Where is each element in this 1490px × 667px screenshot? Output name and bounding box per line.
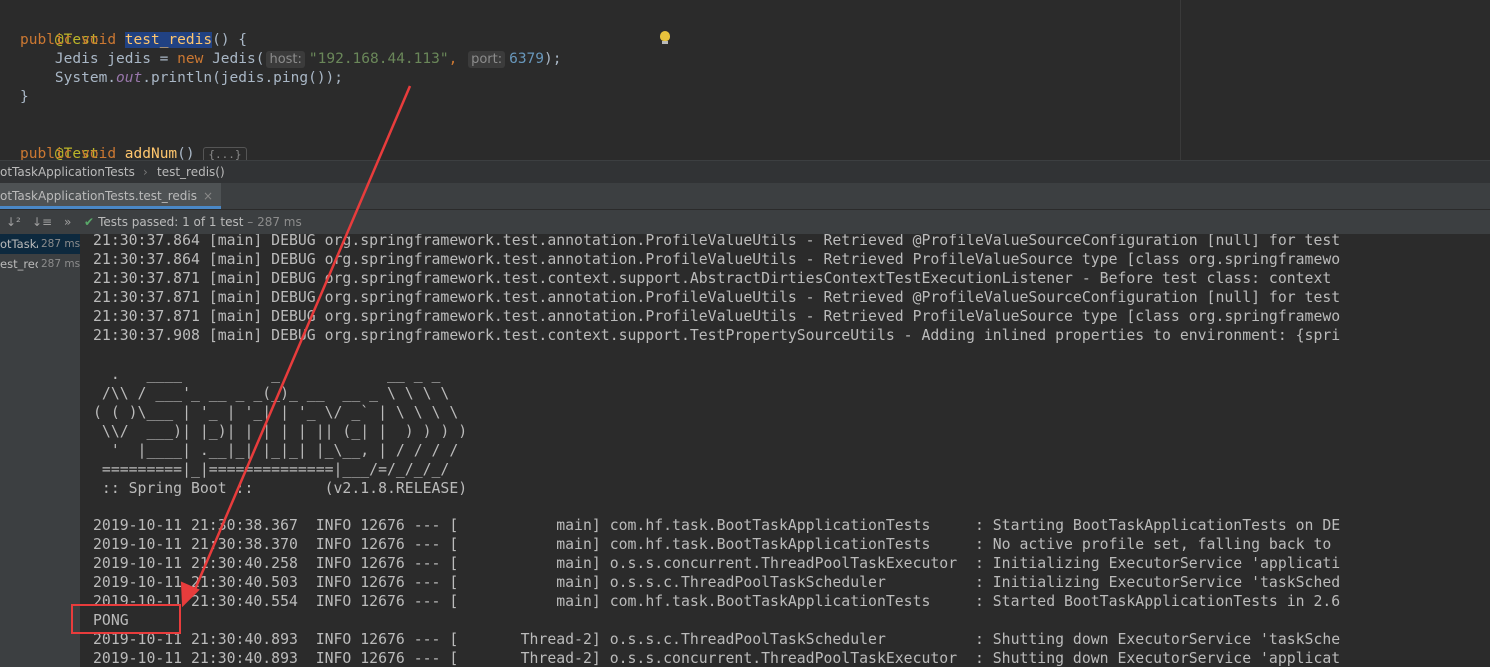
param-hint-port: port:: [468, 51, 506, 68]
run-tab-test-redis[interactable]: otTaskApplicationTests.test_redis ×: [0, 183, 222, 209]
lightbulb-icon[interactable]: [660, 31, 670, 44]
run-tab-label: otTaskApplicationTests.test_redis: [0, 189, 197, 203]
console-line: 2019-10-11 21:30:40.503 INFO 12676 --- […: [93, 574, 1341, 591]
sort-by-duration-icon[interactable]: ↓≡: [32, 210, 52, 234]
tree-item-test-class[interactable]: otTaskA 287 ms: [0, 234, 80, 254]
spring-banner-line: /\\ / ___'_ __ _ _(_)_ __ __ _ \ \ \ \: [93, 385, 450, 402]
breadcrumb-method[interactable]: test_redis(): [157, 161, 225, 183]
expand-toolbar-icon[interactable]: »: [64, 210, 71, 234]
code-line-3: Jedis jedis = new Jedis(host: "192.168.44…: [20, 50, 561, 69]
close-icon[interactable]: ×: [203, 189, 213, 203]
code-line-8: public void addNum() {...}: [20, 145, 247, 160]
tree-item-label: otTaskA: [0, 237, 38, 251]
console-line: 21:30:37.871 [main] DEBUG org.springfram…: [93, 308, 1341, 325]
spring-boot-version-line: :: Spring Boot :: (v2.1.8.RELEASE): [93, 480, 468, 497]
run-tool-window-tabs: otTaskApplicationTests.test_redis ×: [0, 183, 1490, 210]
tree-item-label: est_rec: [0, 257, 38, 271]
passed-count: 1: [182, 215, 190, 229]
tree-item-time: 287 ms: [41, 238, 80, 250]
keyword-public-2: public: [20, 146, 73, 160]
println-call: .println(jedis.ping());: [142, 70, 344, 86]
console-line: 2019-10-11 21:30:40.893 INFO 12676 --- […: [93, 631, 1341, 648]
jedis-declaration: Jedis jedis =: [54, 51, 178, 67]
code-line-2: public void test_redis() {: [20, 31, 247, 50]
sort-alphabetically-icon[interactable]: ↓²: [6, 210, 21, 234]
tree-item-time: 287 ms: [41, 258, 80, 270]
code-line-5: }: [20, 88, 29, 107]
status-total: of 1 test: [189, 215, 244, 229]
console-line: 21:30:37.908 [main] DEBUG org.springfram…: [93, 327, 1341, 344]
breadcrumb: otTaskApplicationTests › test_redis(): [0, 160, 1490, 183]
right-margin-guide: [1180, 0, 1181, 160]
code-line-1: @Test: [20, 12, 99, 48]
console-line: 2019-10-11 21:30:40.554 INFO 12676 --- […: [93, 593, 1341, 610]
console-line: 21:30:37.864 [main] DEBUG org.springfram…: [93, 234, 1341, 249]
port-number: 6379: [509, 51, 545, 67]
spring-banner-line: ' |____| .__|_| |_|_| |_\__, | / / / /: [93, 442, 459, 459]
console-line: 21:30:37.871 [main] DEBUG org.springfram…: [93, 289, 1341, 306]
status-prefix: Tests passed:: [98, 215, 183, 229]
test-result-summary: ✔ Tests passed: 1 of 1 test – 287 ms: [84, 210, 302, 234]
code-editor[interactable]: @Test public void test_redis() { Jedis j…: [0, 0, 1490, 160]
spring-banner-line: \\/ ___)| |_)| | | | | || (_| | ) ) ) ): [93, 423, 468, 440]
keyword-void: void: [81, 32, 117, 48]
statement-end: );: [544, 51, 562, 67]
tree-item-test-method[interactable]: est_rec 287 ms: [0, 254, 80, 274]
method2-parens: (): [177, 146, 195, 160]
console-line: 2019-10-11 21:30:38.370 INFO 12676 --- […: [93, 536, 1332, 553]
keyword-new: new: [177, 51, 204, 67]
method-signature-end: () {: [212, 32, 248, 48]
system-class: System.: [54, 70, 117, 86]
method-name-addnum[interactable]: addNum: [125, 146, 177, 160]
closing-brace: }: [20, 89, 29, 105]
folded-code-block[interactable]: {...}: [203, 147, 247, 160]
check-icon: ✔: [84, 215, 95, 229]
pong-highlight-box: [71, 604, 181, 634]
comma: ,: [448, 51, 458, 67]
breadcrumb-separator: ›: [143, 165, 148, 179]
code-line-4: System.out.println(jedis.ping());: [20, 69, 343, 88]
console-output[interactable]: 21:30:37.864 [main] DEBUG org.springfram…: [81, 234, 1490, 667]
spring-banner-line: ( ( )\___ | '_ | '_| | '_ \/ _` | \ \ \ …: [93, 404, 459, 421]
test-status-toolbar: ↓² ↓≡ » ✔ Tests passed: 1 of 1 test – 287…: [0, 210, 1490, 234]
console-line: 2019-10-11 21:30:40.258 INFO 12676 --- […: [93, 555, 1341, 572]
breadcrumb-class[interactable]: otTaskApplicationTests: [0, 161, 135, 183]
code-line-7: @Test: [20, 126, 99, 160]
keyword-void-2: void: [81, 146, 117, 160]
keyword-public: public: [20, 32, 73, 48]
console-line: 21:30:37.864 [main] DEBUG org.springfram…: [93, 251, 1341, 268]
out-field: out: [116, 70, 143, 86]
console-line: 2019-10-11 21:30:38.367 INFO 12676 --- […: [93, 517, 1341, 534]
spring-banner-line: =========|_|==============|___/=/_/_/_/: [93, 461, 450, 478]
param-hint-host: host:: [266, 51, 305, 68]
spring-banner-line: . ____ _ __ _ _: [93, 366, 441, 383]
host-string: "192.168.44.113": [308, 51, 449, 67]
method-name-test-redis[interactable]: test_redis: [124, 32, 213, 48]
jedis-constructor: Jedis(: [203, 51, 265, 67]
console-line: 21:30:37.871 [main] DEBUG org.springfram…: [93, 270, 1332, 287]
status-duration: – 287 ms: [243, 215, 302, 229]
test-results-tree: otTaskA 287 ms est_rec 287 ms: [0, 234, 81, 667]
console-line: 2019-10-11 21:30:40.893 INFO 12676 --- […: [93, 650, 1341, 667]
